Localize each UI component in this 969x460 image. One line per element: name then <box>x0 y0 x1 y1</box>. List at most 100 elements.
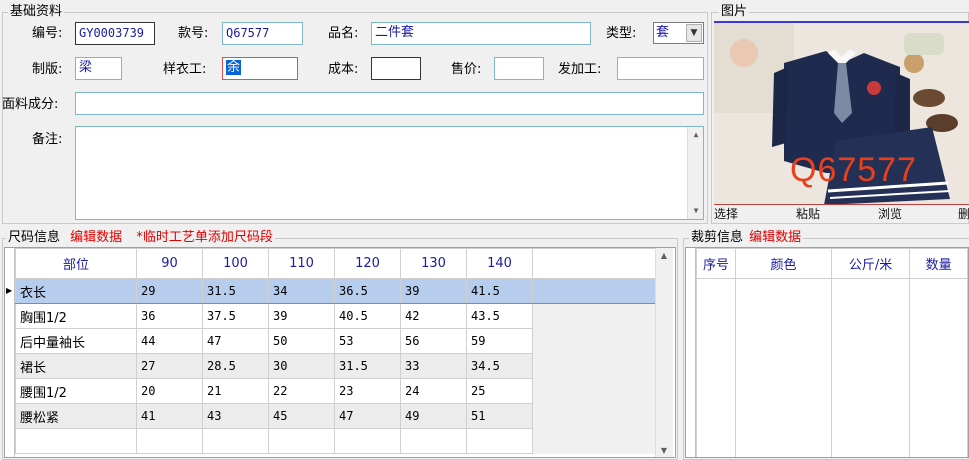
cell[interactable]: 24 <box>400 378 467 404</box>
cell[interactable]: 47 <box>202 328 269 354</box>
plate-maker-field[interactable]: 梁 <box>75 57 122 80</box>
cell[interactable]: 21 <box>202 378 269 404</box>
cell-part[interactable]: 后中量袖长 <box>15 328 137 354</box>
product-name-label: 品名: <box>328 26 359 41</box>
col-header-130[interactable]: 130 <box>400 248 467 279</box>
cell[interactable]: 36 <box>136 303 203 329</box>
cell-part[interactable]: 腰松紧 <box>15 403 137 429</box>
product-name-field[interactable]: 二件套 <box>371 22 591 45</box>
remark-textarea[interactable]: ▲ ▼ <box>75 126 704 220</box>
table-row[interactable]: 腰松紧 41 43 45 47 49 51 <box>15 403 656 429</box>
cell[interactable]: 23 <box>334 378 401 404</box>
cell[interactable]: 25 <box>466 378 533 404</box>
cell[interactable]: 39 <box>400 278 467 304</box>
fabric-field[interactable] <box>75 92 704 115</box>
size-edit-link[interactable]: 编辑数据 <box>70 230 122 245</box>
cell[interactable]: 50 <box>268 328 335 354</box>
cell-empty[interactable] <box>202 428 269 454</box>
col-header-100[interactable]: 100 <box>202 248 269 279</box>
cell[interactable]: 56 <box>400 328 467 354</box>
type-select[interactable]: 套 ▼ <box>653 22 704 44</box>
table-row[interactable]: 胸围1/2 36 37.5 39 40.5 42 43.5 <box>15 303 656 329</box>
processor-field[interactable] <box>617 57 704 80</box>
col-header-140[interactable]: 140 <box>466 248 533 279</box>
chevron-down-icon[interactable]: ▼ <box>686 24 702 42</box>
cell[interactable]: 43 <box>202 403 269 429</box>
cell[interactable]: 59 <box>466 328 533 354</box>
table-row-new[interactable] <box>15 428 656 454</box>
cell[interactable]: 41.5 <box>466 278 533 304</box>
table-row-new[interactable] <box>695 278 968 457</box>
table-row[interactable]: 腰围1/2 20 21 22 23 24 25 <box>15 378 656 404</box>
cell[interactable]: 31.5 <box>202 278 269 304</box>
price-field[interactable] <box>494 57 544 80</box>
cell-part[interactable]: 胸围1/2 <box>15 303 137 329</box>
col-header-seq[interactable]: 序号 <box>695 248 737 279</box>
cell[interactable]: 44 <box>136 328 203 354</box>
cell[interactable]: 37.5 <box>202 303 269 329</box>
cell-part[interactable]: 腰围1/2 <box>15 378 137 404</box>
cell[interactable]: 34.5 <box>466 353 533 379</box>
cell[interactable]: 47 <box>334 403 401 429</box>
code-field[interactable]: GY0003739 <box>75 22 155 45</box>
scroll-down-icon[interactable]: ▼ <box>688 203 703 219</box>
select-photo-button[interactable]: 选择 <box>714 205 738 222</box>
cell-empty[interactable] <box>15 428 137 454</box>
cell[interactable]: 45 <box>268 403 335 429</box>
col-header-120[interactable]: 120 <box>334 248 401 279</box>
cell[interactable]: 27 <box>136 353 203 379</box>
remark-scrollbar[interactable]: ▲ ▼ <box>687 127 703 219</box>
cell-empty[interactable] <box>909 278 968 457</box>
cell[interactable]: 40.5 <box>334 303 401 329</box>
table-row[interactable]: 裙长 27 28.5 30 31.5 33 34.5 <box>15 353 656 379</box>
sample-worker-field[interactable]: 余 <box>222 57 298 80</box>
col-header-color[interactable]: 颜色 <box>735 248 832 279</box>
cell-part[interactable]: 裙长 <box>15 353 137 379</box>
cell-empty[interactable] <box>695 278 737 457</box>
cost-field[interactable] <box>371 57 421 80</box>
cell[interactable]: 33 <box>400 353 467 379</box>
cell[interactable]: 31.5 <box>334 353 401 379</box>
cell[interactable]: 22 <box>268 378 335 404</box>
cell[interactable]: 30 <box>268 353 335 379</box>
cut-edit-link[interactable]: 编辑数据 <box>749 230 801 245</box>
paste-photo-button[interactable]: 粘贴 <box>796 205 820 222</box>
col-header-90[interactable]: 90 <box>136 248 203 279</box>
cell-empty[interactable] <box>136 428 203 454</box>
style-no-field[interactable]: Q67577 <box>222 22 303 45</box>
col-header-part[interactable]: 部位 <box>15 248 137 279</box>
col-header-qty[interactable]: 数量 <box>909 248 968 279</box>
cell-empty[interactable] <box>830 278 911 457</box>
delete-photo-button[interactable]: 删 <box>958 205 969 222</box>
cell[interactable]: 42 <box>400 303 467 329</box>
cell[interactable]: 51 <box>466 403 533 429</box>
cell[interactable]: 20 <box>136 378 203 404</box>
scroll-down-icon[interactable]: ▼ <box>656 443 672 457</box>
cell[interactable]: 41 <box>136 403 203 429</box>
cell-empty[interactable] <box>735 278 832 457</box>
cell-empty[interactable] <box>400 428 467 454</box>
cell[interactable]: 36.5 <box>334 278 401 304</box>
scroll-up-icon[interactable]: ▲ <box>688 127 703 143</box>
cell-empty[interactable] <box>466 428 533 454</box>
cell[interactable]: 39 <box>268 303 335 329</box>
cell[interactable]: 28.5 <box>202 353 269 379</box>
cell[interactable]: 29 <box>136 278 203 304</box>
scroll-up-icon[interactable]: ▲ <box>656 248 672 264</box>
size-info-header: 尺码信息 编辑数据 *临时工艺单添加尺码段 <box>6 230 275 246</box>
col-header-kg-per-meter[interactable]: 公斤/米 <box>830 248 911 279</box>
table-row[interactable]: 衣长 29 31.5 34 36.5 39 41.5 <box>15 278 656 304</box>
cell[interactable]: 43.5 <box>466 303 533 329</box>
cell[interactable]: 53 <box>334 328 401 354</box>
cell-part[interactable]: 衣长 <box>15 278 137 304</box>
fabric-label: 面料成分: <box>2 97 59 112</box>
cell[interactable]: 49 <box>400 403 467 429</box>
cell-empty[interactable] <box>334 428 401 454</box>
cell-empty[interactable] <box>268 428 335 454</box>
cell[interactable]: 34 <box>268 278 335 304</box>
size-grid-scrollbar[interactable]: ▲ ▼ <box>655 248 673 457</box>
product-photo[interactable]: Q67577 <box>714 21 969 204</box>
table-row[interactable]: 后中量袖长 44 47 50 53 56 59 <box>15 328 656 354</box>
col-header-110[interactable]: 110 <box>268 248 335 279</box>
browse-photo-button[interactable]: 浏览 <box>878 205 902 222</box>
